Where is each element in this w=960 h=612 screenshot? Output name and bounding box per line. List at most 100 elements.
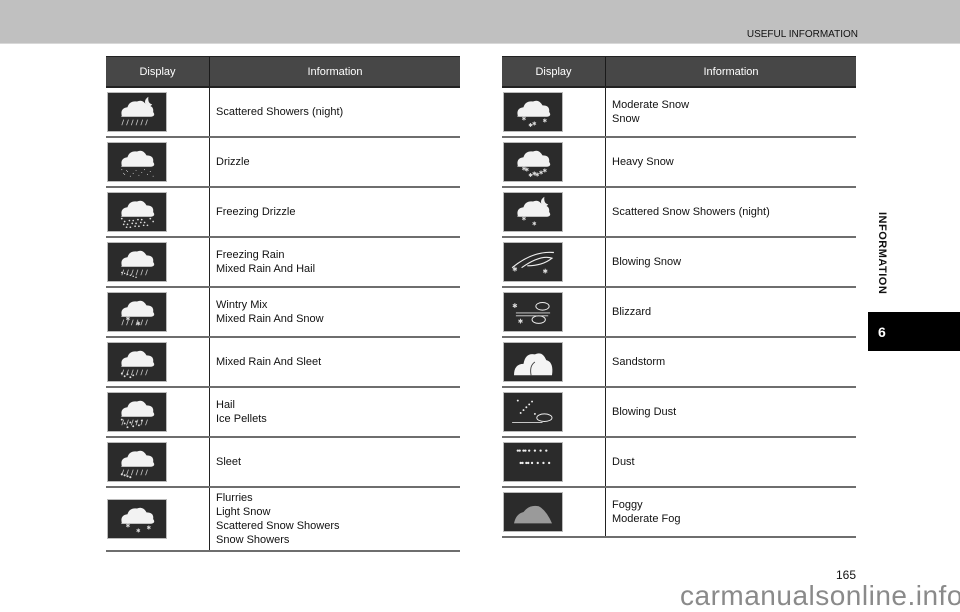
information-cell: Mixed Rain And Sleet (216, 356, 322, 368)
table-row: ✱ ✱ Scattered Snow Showers (night) (502, 188, 856, 238)
display-cell: ✱ ✱ (106, 288, 210, 336)
information-cell: Drizzle (216, 156, 250, 168)
display-cell: ✱ ✱ ✱ ✱ ✱ ✱ ✱ (502, 138, 606, 186)
sandstorm-icon (503, 342, 563, 382)
freezing-drizzle-icon (107, 192, 167, 232)
information-cell: Freezing Drizzle (216, 206, 296, 218)
table-row: Mixed Rain And Sleet (106, 338, 460, 388)
drizzle-icon (107, 142, 167, 182)
display-cell: ✱ ✱ (502, 188, 606, 236)
flurries-icon: ✱ ✱ ✱ (107, 499, 167, 539)
table-row: Drizzle (106, 138, 460, 188)
information-cell: Freezing Rain Mixed Rain And Hail (216, 249, 316, 275)
svg-text:✱: ✱ (147, 524, 152, 531)
top-banner: USEFUL INFORMATION (0, 0, 960, 44)
svg-text:✱: ✱ (512, 302, 518, 310)
table-row: ✱ ✱ Blowing Snow (502, 238, 856, 288)
svg-text:✱: ✱ (522, 216, 527, 223)
hail-icon (107, 392, 167, 432)
display-cell (106, 88, 210, 136)
display-cell (106, 238, 210, 286)
display-cell (502, 488, 606, 536)
display-cell (106, 438, 210, 486)
watermark: carmanualsonline.info (680, 580, 960, 611)
wintry-mix-icon: ✱ ✱ (107, 292, 167, 332)
information-cell: Heavy Snow (612, 156, 674, 168)
heavy-snow-icon: ✱ ✱ ✱ ✱ ✱ ✱ ✱ (503, 142, 563, 182)
information-cell: Foggy Moderate Fog (612, 499, 681, 525)
weather-table-right: Display Information ✱ ✱ ✱ ✱ Moderate Snow Sn… (502, 56, 856, 538)
svg-text:✱: ✱ (522, 116, 527, 123)
table-header: Display Information (502, 56, 856, 88)
blowing-dust-icon (503, 392, 563, 432)
information-cell: Sleet (216, 456, 242, 468)
svg-text:✱: ✱ (136, 320, 141, 327)
information-cell: Dust (612, 456, 635, 468)
information-cell: Blowing Dust (612, 406, 677, 418)
svg-text:✱: ✱ (524, 167, 529, 174)
rain-sleet-icon (107, 342, 167, 382)
sleet-icon (107, 442, 167, 482)
svg-text:✱: ✱ (126, 316, 131, 323)
table-row: Sandstorm (502, 338, 856, 388)
display-cell: ✱ ✱ ✱ (106, 488, 210, 550)
svg-text:✱: ✱ (136, 527, 141, 534)
dust-icon (503, 442, 563, 482)
svg-text:✱: ✱ (543, 117, 548, 124)
information-cell: Moderate Snow Snow (612, 99, 690, 125)
information-cell: Scattered Snow Showers (night) (612, 206, 770, 218)
display-cell (502, 388, 606, 436)
display-cell (106, 188, 210, 236)
table-header: Display Information (106, 56, 460, 88)
display-cell: ✱ ✱ (502, 288, 606, 336)
section-title: USEFUL INFORMATION (746, 29, 858, 40)
table-row: ✱ ✱ ✱ Flurries Light Snow Scattered Snow Sh… (106, 488, 460, 552)
blowing-snow-icon: ✱ ✱ (503, 242, 563, 282)
display-cell (106, 338, 210, 386)
table-row: Blowing Dust (502, 388, 856, 438)
scattered-snow-showers-night-icon: ✱ ✱ (503, 192, 563, 232)
display-cell (106, 388, 210, 436)
display-cell (502, 438, 606, 486)
information-cell: Scattered Showers (night) (216, 106, 344, 118)
svg-text:✱: ✱ (528, 122, 533, 129)
header-information: Information (703, 65, 759, 78)
svg-text:✱: ✱ (518, 317, 524, 325)
side-tab-label: INFORMATION (876, 212, 888, 295)
table-row: ✱ ✱ ✱ ✱ Moderate Snow Snow (502, 88, 856, 138)
information-cell: Blizzard (612, 306, 652, 318)
table-row: Dust (502, 438, 856, 488)
display-cell (106, 138, 210, 186)
information-cell: Blowing Snow (612, 256, 682, 268)
information-cell: Wintry Mix Mixed Rain And Snow (216, 299, 324, 325)
header-information: Information (307, 65, 363, 78)
table-row: Freezing Rain Mixed Rain And Hail (106, 238, 460, 288)
information-cell: Sandstorm (612, 356, 666, 368)
svg-text:✱: ✱ (532, 220, 537, 227)
moderate-snow-icon: ✱ ✱ ✱ ✱ (503, 92, 563, 132)
table-row: Sleet (106, 438, 460, 488)
display-cell (502, 338, 606, 386)
svg-text:✱: ✱ (512, 266, 518, 274)
svg-text:✱: ✱ (543, 267, 549, 275)
table-row: Hail Ice Pellets (106, 388, 460, 438)
header-display: Display (502, 57, 606, 86)
scattered-showers-night-icon (107, 92, 167, 132)
chapter-number: 6 (878, 323, 886, 340)
freezing-rain-icon (107, 242, 167, 282)
display-cell: ✱ ✱ ✱ ✱ (502, 88, 606, 136)
svg-text:✱: ✱ (126, 523, 131, 530)
table-row: ✱ ✱ Wintry Mix Mixed Rain And Snow (106, 288, 460, 338)
information-cell: Flurries Light Snow Scattered Snow Showe… (216, 492, 340, 546)
weather-table-left: Display Information Scattered Showers (n… (106, 56, 460, 552)
foggy-icon (503, 492, 563, 532)
table-row: Foggy Moderate Fog (502, 488, 856, 538)
blizzard-icon: ✱ ✱ (503, 292, 563, 332)
chapter-tab: 6 (868, 312, 960, 351)
table-row: ✱ ✱ ✱ ✱ ✱ ✱ ✱ Heavy Snow (502, 138, 856, 188)
header-display: Display (106, 57, 210, 86)
svg-text:✱: ✱ (535, 171, 540, 178)
table-row: ✱ ✱ Blizzard (502, 288, 856, 338)
information-cell: Hail Ice Pellets (216, 399, 267, 425)
display-cell: ✱ ✱ (502, 238, 606, 286)
